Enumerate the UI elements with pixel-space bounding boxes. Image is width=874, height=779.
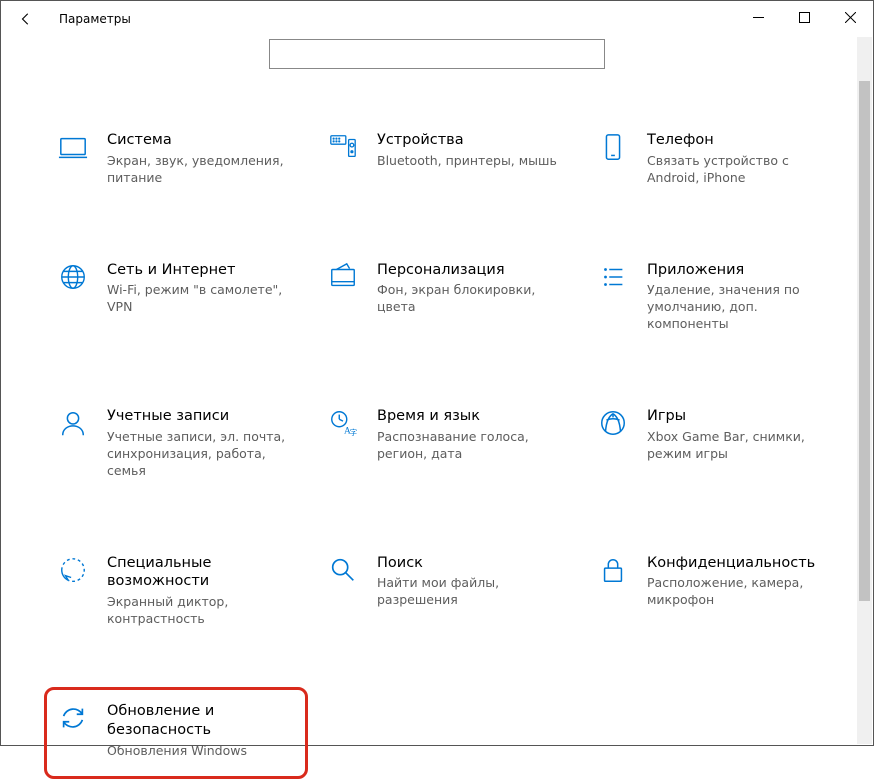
settings-grid: Система Экран, звук, уведомления, питани…	[1, 127, 873, 764]
tile-gaming[interactable]: Игры Xbox Game Bar, снимки, режим игры	[593, 403, 833, 483]
tile-desc: Bluetooth, принтеры, мышь	[377, 153, 559, 170]
close-button[interactable]	[827, 1, 873, 33]
tile-apps[interactable]: Приложения Удаление, значения по умолчан…	[593, 257, 833, 337]
personalization-icon	[327, 261, 359, 293]
apps-icon	[597, 261, 629, 293]
accounts-icon	[57, 407, 89, 439]
tile-title: Обновление и безопасность	[107, 702, 289, 740]
devices-icon	[327, 131, 359, 163]
tile-network[interactable]: Сеть и Интернет Wi-Fi, режим "в самолете…	[53, 257, 293, 337]
phone-icon	[597, 131, 629, 163]
tile-title: Конфиденциальность	[647, 554, 829, 573]
tile-title: Персонализация	[377, 261, 559, 280]
tile-desc: Расположение, камера, микрофон	[647, 575, 829, 609]
tile-desc: Экран, звук, уведомления, питание	[107, 153, 289, 187]
window-title: Параметры	[59, 12, 131, 26]
window-controls	[735, 1, 873, 33]
tile-desc: Распознавание голоса, регион, дата	[377, 429, 559, 463]
maximize-button[interactable]	[781, 1, 827, 33]
back-button[interactable]	[15, 12, 37, 26]
scrollbar[interactable]	[857, 37, 872, 744]
tile-desc: Удаление, значения по умолчанию, доп. ко…	[647, 282, 829, 333]
tile-phone[interactable]: Телефон Связать устройство с Android, iP…	[593, 127, 833, 191]
search-input[interactable]	[269, 39, 605, 69]
tile-title: Приложения	[647, 261, 829, 280]
tile-title: Время и язык	[377, 407, 559, 426]
tile-privacy[interactable]: Конфиденциальность Расположение, камера,…	[593, 550, 833, 632]
tile-desc: Связать устройство с Android, iPhone	[647, 153, 829, 187]
tile-desc: Учетные записи, эл. почта, синхронизация…	[107, 429, 289, 480]
system-icon	[57, 131, 89, 163]
gaming-icon	[597, 407, 629, 439]
tile-title: Учетные записи	[107, 407, 289, 426]
tile-ease-of-access[interactable]: Специальные возможности Экранный диктор,…	[53, 550, 293, 632]
svg-text:字: 字	[350, 427, 358, 437]
tile-desc: Xbox Game Bar, снимки, режим игры	[647, 429, 829, 463]
globe-icon	[57, 261, 89, 293]
tile-time-language[interactable]: A字 Время и язык Распознавание голоса, ре…	[323, 403, 563, 483]
minimize-button[interactable]	[735, 1, 781, 33]
tile-search[interactable]: Поиск Найти мои файлы, разрешения	[323, 550, 563, 632]
tile-desc: Обновления Windows	[107, 743, 289, 760]
tile-desc: Экранный диктор, контрастность	[107, 594, 289, 628]
tile-title: Поиск	[377, 554, 559, 573]
tile-title: Сеть и Интернет	[107, 261, 289, 280]
privacy-icon	[597, 554, 629, 586]
tile-desc: Wi-Fi, режим "в самолете", VPN	[107, 282, 289, 316]
tile-personalization[interactable]: Персонализация Фон, экран блокировки, цв…	[323, 257, 563, 337]
tile-desc: Найти мои файлы, разрешения	[377, 575, 559, 609]
tile-title: Телефон	[647, 131, 829, 150]
search-icon	[327, 554, 359, 586]
time-language-icon: A字	[327, 407, 359, 439]
tile-title: Специальные возможности	[107, 554, 289, 592]
search-area	[1, 39, 873, 69]
tile-devices[interactable]: Устройства Bluetooth, принтеры, мышь	[323, 127, 563, 191]
scrollbar-thumb[interactable]	[859, 81, 870, 601]
tile-desc: Фон, экран блокировки, цвета	[377, 282, 559, 316]
ease-of-access-icon	[57, 554, 89, 586]
update-icon	[57, 702, 89, 734]
tile-system[interactable]: Система Экран, звук, уведомления, питани…	[53, 127, 293, 191]
tile-accounts[interactable]: Учетные записи Учетные записи, эл. почта…	[53, 403, 293, 483]
tile-title: Игры	[647, 407, 829, 426]
tile-update-security[interactable]: Обновление и безопасность Обновления Win…	[44, 687, 308, 779]
tile-title: Устройства	[377, 131, 559, 150]
tile-title: Система	[107, 131, 289, 150]
